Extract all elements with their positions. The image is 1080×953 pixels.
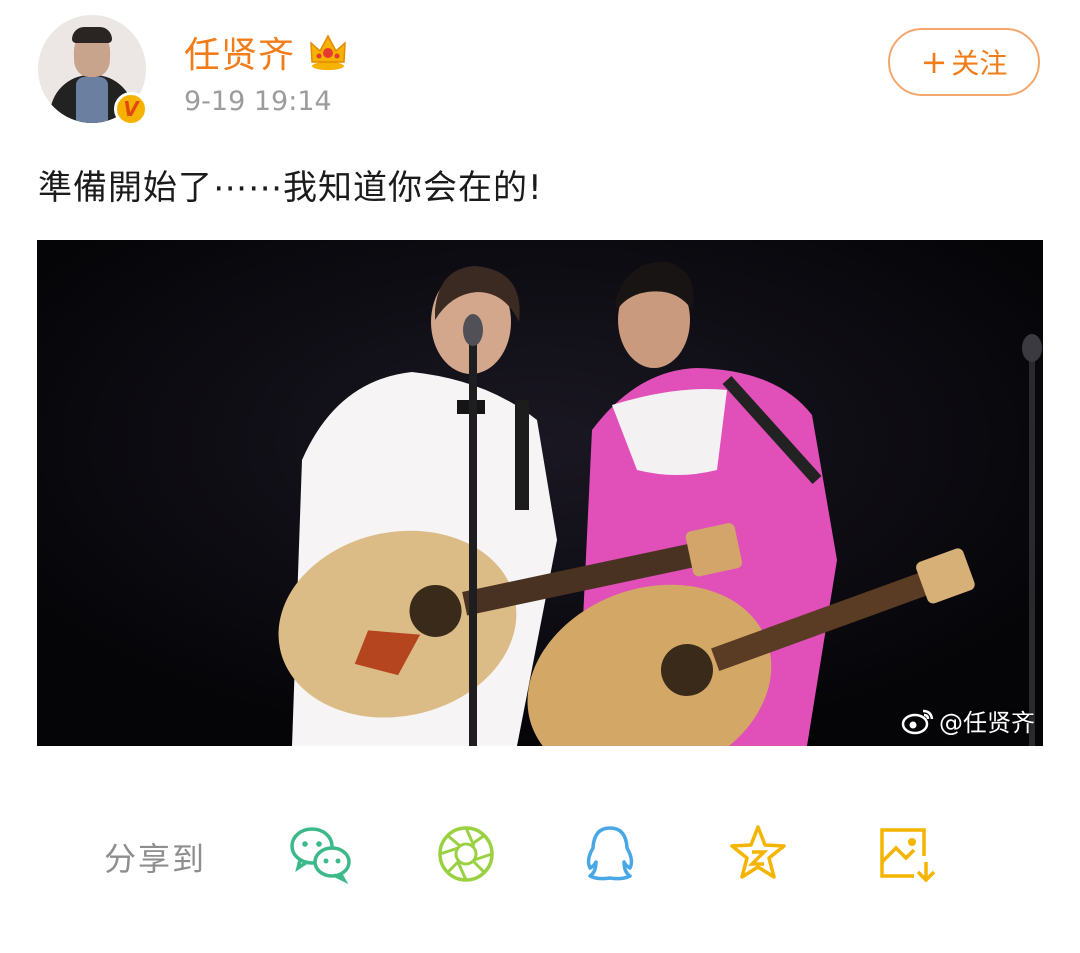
watermark-text: @任贤齐 <box>939 709 1035 737</box>
weibo-logo-icon <box>901 709 934 734</box>
moments-icon[interactable] <box>434 822 498 886</box>
plus-icon: + <box>920 43 948 81</box>
verified-badge-icon: V <box>114 92 148 126</box>
follow-button[interactable]: + 关注 <box>888 28 1040 96</box>
post-text: 準備開始了⋯⋯我知道你会在的! <box>38 168 543 208</box>
weibo-watermark: @任贤齐 <box>901 703 1035 738</box>
favorite-icon[interactable] <box>726 822 790 886</box>
post-timestamp: 9-19 19:14 <box>184 86 332 117</box>
video-frame <box>37 240 1043 746</box>
share-label: 分享到 <box>104 840 207 878</box>
username[interactable]: 任贤齐 <box>184 26 295 78</box>
follow-label: 关注 <box>951 47 1008 80</box>
save-image-icon[interactable] <box>874 822 938 886</box>
crown-icon <box>310 34 346 70</box>
wechat-icon[interactable] <box>288 822 352 886</box>
video-player[interactable]: @任贤齐 <box>37 240 1043 746</box>
qq-icon[interactable] <box>578 822 642 886</box>
